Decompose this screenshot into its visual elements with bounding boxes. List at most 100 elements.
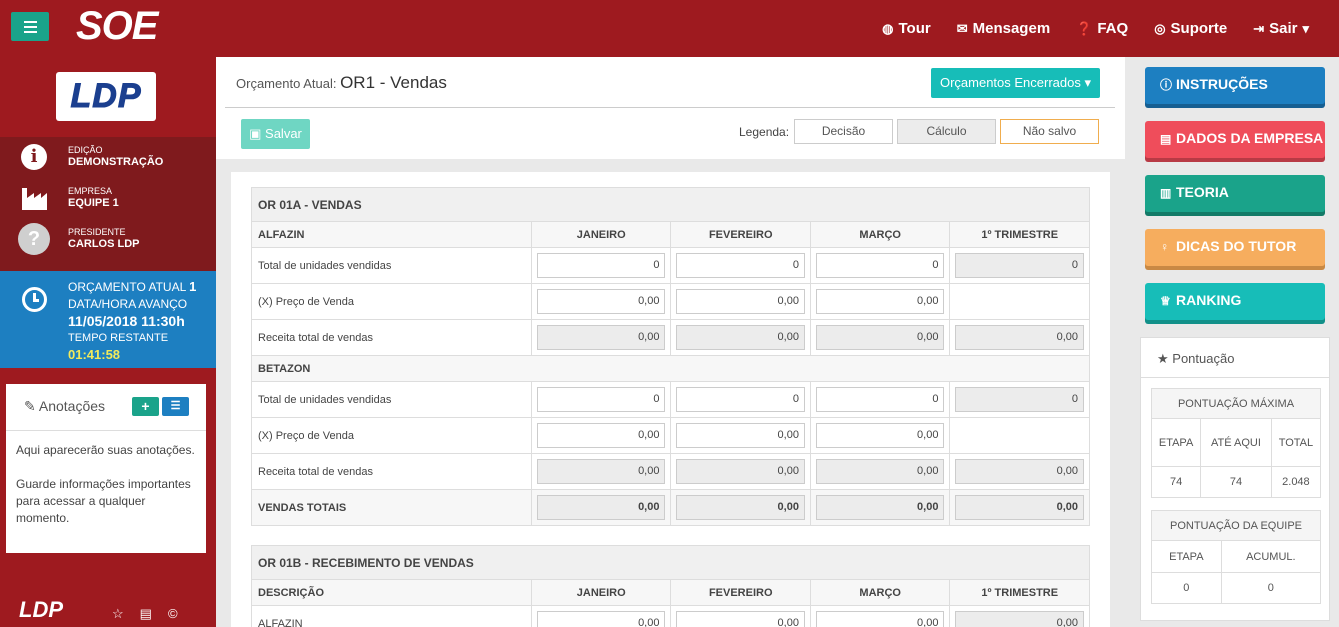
column-header: DESCRIÇÃO: [251, 579, 532, 606]
units-input[interactable]: 0: [676, 253, 805, 278]
book-icon: ▤: [1160, 132, 1172, 146]
column-header: ALFAZIN: [251, 221, 532, 248]
units-total: 0: [955, 253, 1084, 278]
column-header: TOTAL: [1270, 418, 1322, 467]
book-open-icon: ▥: [1160, 186, 1172, 200]
nav-mensagem[interactable]: ✉ Mensagem: [957, 20, 1050, 37]
left-sidebar: LDP i EDIÇÃO DEMONSTRAÇÃO EMPRESA EQUIPE…: [0, 57, 216, 627]
row-label: Receita total de vendas: [251, 319, 532, 356]
table-row: (X) Preço de Venda 0,00 0,00 0,00: [251, 283, 1090, 320]
list-notes-button[interactable]: ☰: [162, 397, 189, 416]
total-value: 0,00: [676, 495, 805, 520]
empty-cell: [949, 417, 1090, 454]
floppy-icon: ▣: [249, 126, 262, 141]
notes-text-2: Guarde informações importantes para aces…: [16, 477, 191, 525]
units-input[interactable]: 0: [537, 253, 666, 278]
caret-down-icon: ▾: [1084, 75, 1092, 90]
column-header: 1º TRIMESTRE: [949, 221, 1090, 248]
star-icon[interactable]: ☆: [112, 606, 124, 622]
info-icon: i: [18, 141, 50, 173]
score-header: ★ Pontuação: [1141, 338, 1329, 378]
score-value: 74: [1150, 466, 1202, 498]
tutor-tips-button[interactable]: ♀ DICAS DO TUTOR: [1145, 229, 1325, 266]
avatar: ?: [18, 223, 50, 255]
price-input[interactable]: 0,00: [815, 289, 945, 314]
table-row: ALFAZIN 0,00 0,00 0,00 0,00: [251, 605, 1090, 627]
ranking-label: RANKING: [1176, 292, 1242, 308]
revenue-value: 0,00: [815, 459, 945, 484]
save-button[interactable]: ▣ Salvar: [241, 119, 310, 149]
instructions-button[interactable]: ⓘ INSTRUÇÕES: [1145, 67, 1325, 104]
units-input[interactable]: 0: [815, 253, 945, 278]
product-subheader: BETAZON: [251, 355, 1090, 382]
revenue-value: 0,00: [676, 459, 805, 484]
breadcrumb: Orçamento Atual: OR1 - Vendas: [236, 73, 447, 93]
receipts-table: OR 01B - RECEBIMENTO DE VENDAS DESCRIÇÃO…: [251, 545, 1090, 627]
header-divider: [225, 107, 1115, 108]
table-row: Receita total de vendas 0,00 0,00 0,00 0…: [251, 319, 1090, 356]
company-label: EMPRESA: [68, 186, 113, 196]
nav-faq-label: FAQ: [1097, 20, 1129, 37]
total-row: VENDAS TOTAIS 0,00 0,00 0,00 0,00: [251, 489, 1090, 526]
theory-label: TEORIA: [1176, 184, 1229, 200]
notes-panel: ✎ Anotações + ☰ Aqui aparecerão suas ano…: [6, 384, 206, 553]
section-title: OR 01B - RECEBIMENTO DE VENDAS: [251, 545, 1090, 580]
units-input[interactable]: 0: [815, 387, 945, 412]
units-input[interactable]: 0: [676, 387, 805, 412]
price-input[interactable]: 0,00: [537, 289, 666, 314]
top-bar: SOE ◍ Tour ✉ Mensagem ❓ FAQ ◎ Suporte ⇥ Sair ▾: [0, 0, 1339, 57]
column-header: JANEIRO: [530, 221, 672, 248]
column-header: ATÉ AQUI: [1200, 418, 1272, 467]
closed-budgets-dropdown[interactable]: Orçamentos Encerrados ▾: [931, 68, 1100, 98]
revenue-total: 0,00: [955, 459, 1084, 484]
row-label: (X) Preço de Venda: [251, 417, 532, 454]
price-input[interactable]: 0,00: [676, 289, 805, 314]
score-panel: ★ Pontuação PONTUAÇÃO MÁXIMA ETAPA ATÉ A…: [1140, 337, 1330, 621]
column-header: FEVEREIRO: [670, 221, 811, 248]
nav-sair[interactable]: ⇥ Sair ▾: [1253, 20, 1309, 37]
column-header: MARÇO: [809, 221, 951, 248]
legend-label: Legenda:: [739, 125, 790, 139]
copyright-icon[interactable]: ©: [168, 606, 178, 622]
empty-cell: [949, 283, 1090, 320]
budget-value: 1: [189, 279, 197, 294]
revenue-value: 0,00: [537, 325, 666, 350]
page-title: OR1 - Vendas: [340, 73, 447, 92]
ranking-button[interactable]: ♕ RANKING: [1145, 283, 1325, 320]
hamburger-menu-button[interactable]: [11, 12, 49, 41]
score-value: 2.048: [1270, 466, 1322, 498]
advance-label: DATA/HORA AVANÇO: [68, 297, 188, 311]
logo-text: LDP: [70, 77, 142, 116]
legend-calc: Cálculo: [897, 119, 996, 144]
nav-suporte-label: Suporte: [1170, 20, 1228, 37]
document-icon[interactable]: ▤: [140, 606, 152, 622]
units-input[interactable]: 0: [537, 387, 666, 412]
company-data-label: DADOS DA EMPRESA: [1176, 130, 1324, 146]
receipt-input[interactable]: 0,00: [537, 611, 666, 627]
company-data-button[interactable]: ▤ DADOS DA EMPRESA: [1145, 121, 1325, 158]
receipt-input[interactable]: 0,00: [676, 611, 805, 627]
president-value: CARLOS LDP: [68, 238, 140, 250]
nav-suporte[interactable]: ◎ Suporte: [1154, 20, 1227, 37]
price-input[interactable]: 0,00: [676, 423, 805, 448]
main-header: Orçamento Atual: OR1 - Vendas Orçamentos…: [216, 57, 1125, 159]
company-value: EQUIPE 1: [68, 197, 119, 209]
theory-button[interactable]: ▥ TEORIA: [1145, 175, 1325, 212]
score-title: Pontuação: [1172, 351, 1235, 366]
score-value: 0: [1220, 572, 1322, 604]
add-note-button[interactable]: +: [132, 397, 159, 416]
budget-current: ORÇAMENTO ATUAL 1: [68, 279, 196, 294]
notes-text: Aqui aparecerão suas anotações. Guarde i…: [16, 442, 196, 527]
profile-panel: i EDIÇÃO DEMONSTRAÇÃO EMPRESA EQUIPE 1 ?…: [0, 137, 216, 271]
breadcrumb-label: Orçamento Atual:: [236, 76, 337, 91]
nav-tour[interactable]: ◍ Tour: [882, 20, 931, 37]
receipt-input[interactable]: 0,00: [815, 611, 945, 627]
column-header: MARÇO: [809, 579, 951, 606]
total-value: 0,00: [537, 495, 666, 520]
price-input[interactable]: 0,00: [537, 423, 666, 448]
footer-icons: ☆ ▤ ©: [112, 606, 178, 622]
nav-faq[interactable]: ❓ FAQ: [1076, 20, 1128, 37]
envelope-icon: ✉: [956, 20, 968, 36]
footer-logo: LDP: [19, 597, 63, 622]
price-input[interactable]: 0,00: [815, 423, 945, 448]
